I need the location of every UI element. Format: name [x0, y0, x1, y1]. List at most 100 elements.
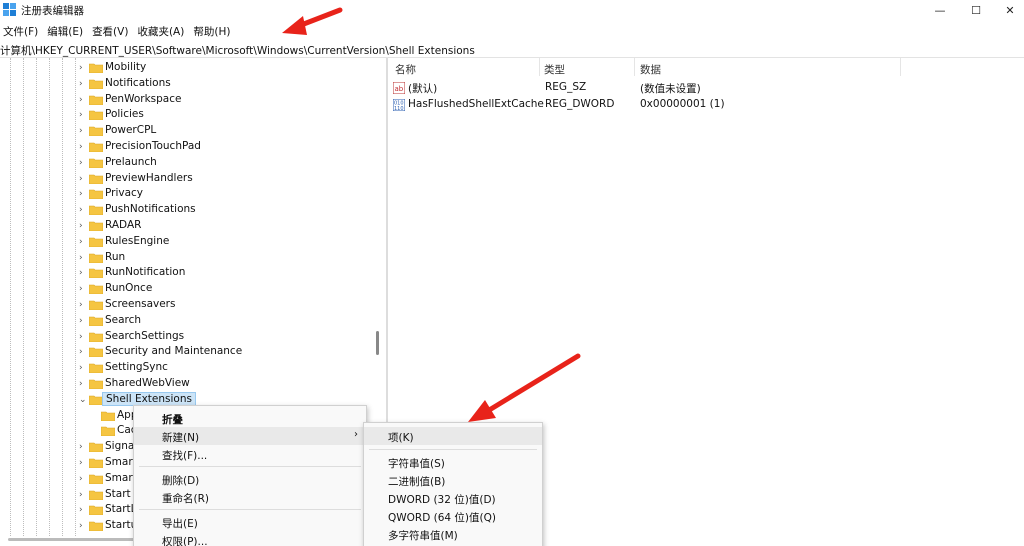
tree-item[interactable]: › Search — [0, 313, 370, 329]
tree-item[interactable]: › RunOnce — [0, 281, 370, 297]
menu-item-permissions[interactable]: 权限(P)... — [134, 531, 366, 546]
column-header-type[interactable]: 类型 — [544, 62, 565, 77]
menu-help[interactable]: 帮助(H) — [190, 22, 236, 40]
chevron-right-icon[interactable]: › — [79, 457, 89, 469]
tree-item[interactable]: › Screensavers — [0, 297, 370, 313]
chevron-right-icon[interactable]: › — [79, 362, 89, 374]
tree-item-label: RunOnce — [105, 282, 153, 294]
tree-item[interactable]: › Privacy — [0, 186, 370, 202]
tree-item[interactable]: › PushNotifications — [0, 202, 370, 218]
tree-vertical-scrollbar[interactable] — [376, 331, 379, 355]
value-row[interactable]: 010 110 HasFlushedShellExtCache REG_DWOR… — [389, 97, 1019, 113]
menu-item-export[interactable]: 导出(E) — [134, 513, 366, 531]
chevron-right-icon[interactable]: › — [79, 473, 89, 485]
tree-item[interactable]: › PreviewHandlers — [0, 171, 370, 187]
tree-item[interactable]: › Mobility — [0, 60, 370, 76]
column-header-name[interactable]: 名称 — [395, 62, 416, 77]
minimize-button[interactable]: — — [920, 0, 960, 20]
menu-item-rename[interactable]: 重命名(R) — [134, 488, 366, 506]
chevron-right-icon[interactable]: › — [79, 504, 89, 516]
folder-icon — [88, 205, 104, 216]
chevron-right-icon[interactable]: › — [79, 252, 89, 264]
chevron-right-icon[interactable]: › — [79, 204, 89, 216]
folder-icon — [88, 332, 104, 343]
close-button[interactable]: ✕ — [990, 0, 1024, 20]
chevron-right-icon[interactable]: › — [79, 220, 89, 232]
chevron-down-icon[interactable]: ⌄ — [79, 394, 89, 406]
chevron-right-icon[interactable]: › — [79, 267, 89, 279]
folder-icon — [88, 221, 104, 232]
chevron-right-icon[interactable]: › — [79, 78, 89, 90]
menu-item-label: 多字符串值(M) — [388, 530, 458, 542]
chevron-right-icon[interactable]: › — [79, 520, 89, 532]
tree-item[interactable]: › RADAR — [0, 218, 370, 234]
menu-file[interactable]: 文件(F) — [0, 22, 44, 40]
chevron-right-icon[interactable]: › — [79, 109, 89, 121]
chevron-right-icon[interactable]: › — [79, 441, 89, 453]
menu-item-new-qword[interactable]: QWORD (64 位)值(Q) — [364, 507, 542, 525]
folder-icon — [88, 126, 104, 137]
menu-favorites[interactable]: 收藏夹(A) — [134, 22, 190, 40]
tree-item[interactable]: › RulesEngine — [0, 234, 370, 250]
new-submenu: 项(K) 字符串值(S) 二进制值(B) DWORD (32 位)值(D) QW… — [363, 422, 543, 546]
tree-item[interactable]: › Notifications — [0, 76, 370, 92]
address-bar[interactable]: 计算机\HKEY_CURRENT_USER\Software\Microsoft… — [0, 41, 1024, 58]
tree-item-label: PowerCPL — [105, 124, 157, 136]
chevron-right-icon[interactable]: › — [79, 331, 89, 343]
chevron-right-icon[interactable]: › — [79, 188, 89, 200]
tree-item[interactable]: › RunNotification — [0, 265, 370, 281]
menu-item-new-string[interactable]: 字符串值(S) — [364, 453, 542, 471]
chevron-right-icon[interactable]: › — [79, 62, 89, 74]
chevron-right-icon[interactable]: › — [79, 141, 89, 153]
chevron-right-icon[interactable]: › — [79, 315, 89, 327]
menu-item-label: 字符串值(S) — [388, 458, 445, 470]
menu-item-new[interactable]: 新建(N) › — [134, 427, 366, 445]
menu-item-new-multistring[interactable]: 多字符串值(M) — [364, 525, 542, 543]
tree-item[interactable]: › Run — [0, 250, 370, 266]
column-separator[interactable] — [900, 58, 901, 76]
value-row[interactable]: ab (默认) REG_SZ (数值未设置) — [389, 80, 1019, 96]
column-separator[interactable] — [634, 58, 635, 76]
folder-icon — [88, 253, 104, 264]
chevron-right-icon[interactable]: › — [79, 299, 89, 311]
menu-item-label: 新建(N) — [162, 432, 200, 444]
menu-item-new-key[interactable]: 项(K) — [364, 427, 542, 445]
folder-icon — [88, 379, 104, 390]
chevron-right-icon[interactable]: › — [79, 346, 89, 358]
chevron-right-icon[interactable]: › — [79, 236, 89, 248]
tree-item-label: Smart — [105, 472, 137, 484]
tree-item[interactable]: › SharedWebView — [0, 376, 370, 392]
chevron-right-icon[interactable]: › — [79, 94, 89, 106]
tree-item-label: Mobility — [105, 61, 147, 73]
folder-icon — [88, 474, 104, 485]
value-type: REG_DWORD — [545, 98, 615, 110]
tree-item[interactable]: › SearchSettings — [0, 329, 370, 345]
menu-item-new-binary[interactable]: 二进制值(B) — [364, 471, 542, 489]
menu-item-find[interactable]: 查找(F)... — [134, 445, 366, 463]
tree-item[interactable]: › PenWorkspace — [0, 92, 370, 108]
menu-edit[interactable]: 编辑(E) — [44, 22, 89, 40]
tree-item[interactable]: › SettingSync — [0, 360, 370, 376]
chevron-right-icon[interactable]: › — [79, 283, 89, 295]
tree-item-label: SearchSettings — [105, 330, 185, 342]
column-separator[interactable] — [539, 58, 540, 76]
chevron-right-icon[interactable]: › — [79, 173, 89, 185]
menu-item-label: 导出(E) — [162, 518, 198, 530]
column-header-data[interactable]: 数据 — [640, 62, 661, 77]
tree-item[interactable]: › PrecisionTouchPad — [0, 139, 370, 155]
chevron-right-icon[interactable]: › — [79, 157, 89, 169]
folder-icon — [88, 442, 104, 453]
chevron-right-icon[interactable]: › — [79, 378, 89, 390]
menu-view[interactable]: 查看(V) — [89, 22, 134, 40]
menu-item-new-dword[interactable]: DWORD (32 位)值(D) — [364, 489, 542, 507]
tree-item[interactable]: › PowerCPL — [0, 123, 370, 139]
menu-item-collapse[interactable]: 折叠 — [134, 409, 366, 427]
tree-item[interactable]: › Security and Maintenance — [0, 344, 370, 360]
tree-item[interactable]: › Policies — [0, 107, 370, 123]
binary-value-icon: 010 110 — [393, 99, 405, 111]
value-name: (默认) — [408, 83, 438, 95]
menu-item-delete[interactable]: 删除(D) — [134, 470, 366, 488]
chevron-right-icon[interactable]: › — [79, 125, 89, 137]
chevron-right-icon[interactable]: › — [79, 489, 89, 501]
tree-item[interactable]: › Prelaunch — [0, 155, 370, 171]
